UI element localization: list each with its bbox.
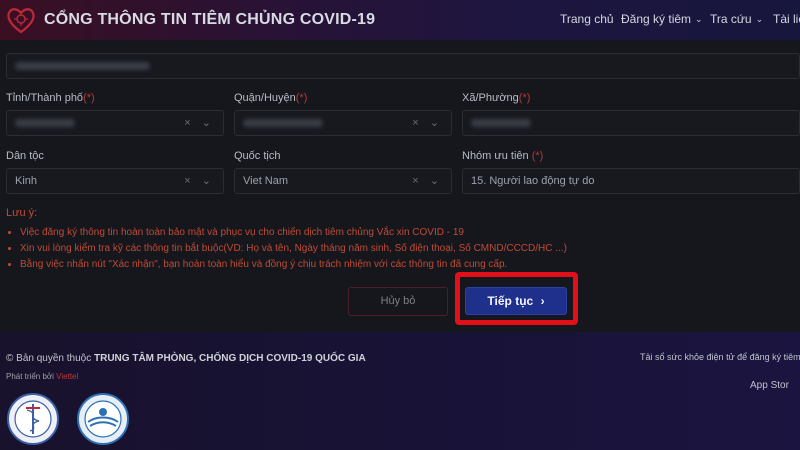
nav-documents-label: Tài liệ	[773, 12, 800, 26]
nav-register-label: Đăng ký tiêm	[621, 12, 692, 26]
nav-lookup[interactable]: Tra cứu ⌄	[710, 12, 763, 26]
note-item: Bằng việc nhấn nút "Xác nhận", bạn hoàn …	[20, 257, 567, 273]
site-title[interactable]: CỔNG THÔNG TIN TIÊM CHỦNG COVID-19	[44, 11, 375, 29]
priority-value: 15. Người lao động tự do	[471, 175, 595, 187]
notes-title: Lưu ý:	[6, 207, 38, 219]
organization-emblem-icon	[77, 393, 129, 445]
province-select[interactable]: × ⌄	[6, 110, 224, 136]
blurred-value	[15, 62, 150, 70]
footer: © Bản quyền thuộc TRUNG TÂM PHÒNG, CHỐNG…	[0, 332, 800, 450]
ethnicity-value: Kinh	[15, 175, 38, 187]
chevron-down-icon: ⌄	[695, 13, 703, 24]
chevron-right-icon: ›	[540, 294, 545, 308]
nav-documents[interactable]: Tài liệ	[773, 12, 800, 26]
top-header: CỔNG THÔNG TIN TIÊM CHỦNG COVID-19 Trang…	[0, 0, 800, 40]
blurred-value	[243, 119, 323, 127]
nav-lookup-label: Tra cứu	[710, 12, 752, 26]
app-store-link[interactable]: App Stor	[750, 380, 789, 391]
blurred-value	[15, 119, 75, 127]
note-item: Việc đăng ký thông tin hoàn toàn bảo mật…	[20, 225, 567, 241]
chevron-down-icon: ⌄	[755, 13, 764, 24]
clear-dropdown-icon[interactable]: × ⌄	[184, 174, 215, 187]
ministry-of-health-seal-icon	[7, 393, 59, 445]
nationality-select[interactable]: Viet Nam × ⌄	[234, 168, 452, 194]
nationality-value: Viet Nam	[243, 175, 289, 187]
district-select[interactable]: × ⌄	[234, 110, 452, 136]
ethnicity-label: Dân tộc	[6, 150, 44, 162]
priority-label: Nhóm ưu tiên (*)	[462, 150, 544, 162]
developer-link[interactable]: Viettel	[56, 372, 78, 381]
next-button[interactable]: Tiếp tục ›	[465, 287, 567, 315]
nav-register[interactable]: Đăng ký tiêm ⌄	[621, 12, 703, 26]
nav-home[interactable]: Trang chủ	[560, 12, 614, 26]
health-app-text: Tải sổ sức khỏe điện tử để đăng ký tiêm …	[640, 352, 800, 362]
priority-select[interactable]: 15. Người lao động tự do	[462, 168, 800, 194]
developer-text: Phát triển bởi Viettel	[6, 372, 79, 381]
ward-select[interactable]	[462, 110, 800, 136]
note-item: Xin vui lòng kiểm tra kỹ các thông tin b…	[20, 241, 567, 257]
province-label: Tỉnh/Thành phố(*)	[6, 92, 95, 104]
ethnicity-select[interactable]: Kinh × ⌄	[6, 168, 224, 194]
district-label: Quận/Huyện(*)	[234, 92, 308, 104]
clear-dropdown-icon[interactable]: × ⌄	[412, 174, 443, 187]
nationality-label: Quốc tịch	[234, 150, 281, 162]
clear-dropdown-icon[interactable]: × ⌄	[184, 116, 215, 129]
notes-list: Việc đăng ký thông tin hoàn toàn bảo mật…	[20, 225, 567, 273]
next-button-label: Tiếp tục	[487, 294, 534, 308]
blurred-value	[471, 119, 531, 127]
clear-dropdown-icon[interactable]: × ⌄	[412, 116, 443, 129]
cancel-button[interactable]: Hủy bỏ	[348, 287, 448, 316]
ward-label: Xã/Phường(*)	[462, 92, 531, 104]
nav-home-label: Trang chủ	[560, 12, 614, 26]
covid-heart-logo-icon[interactable]	[6, 6, 36, 34]
address-input[interactable]	[6, 53, 800, 79]
copyright-text: © Bản quyền thuộc TRUNG TÂM PHÒNG, CHỐNG…	[6, 353, 366, 364]
